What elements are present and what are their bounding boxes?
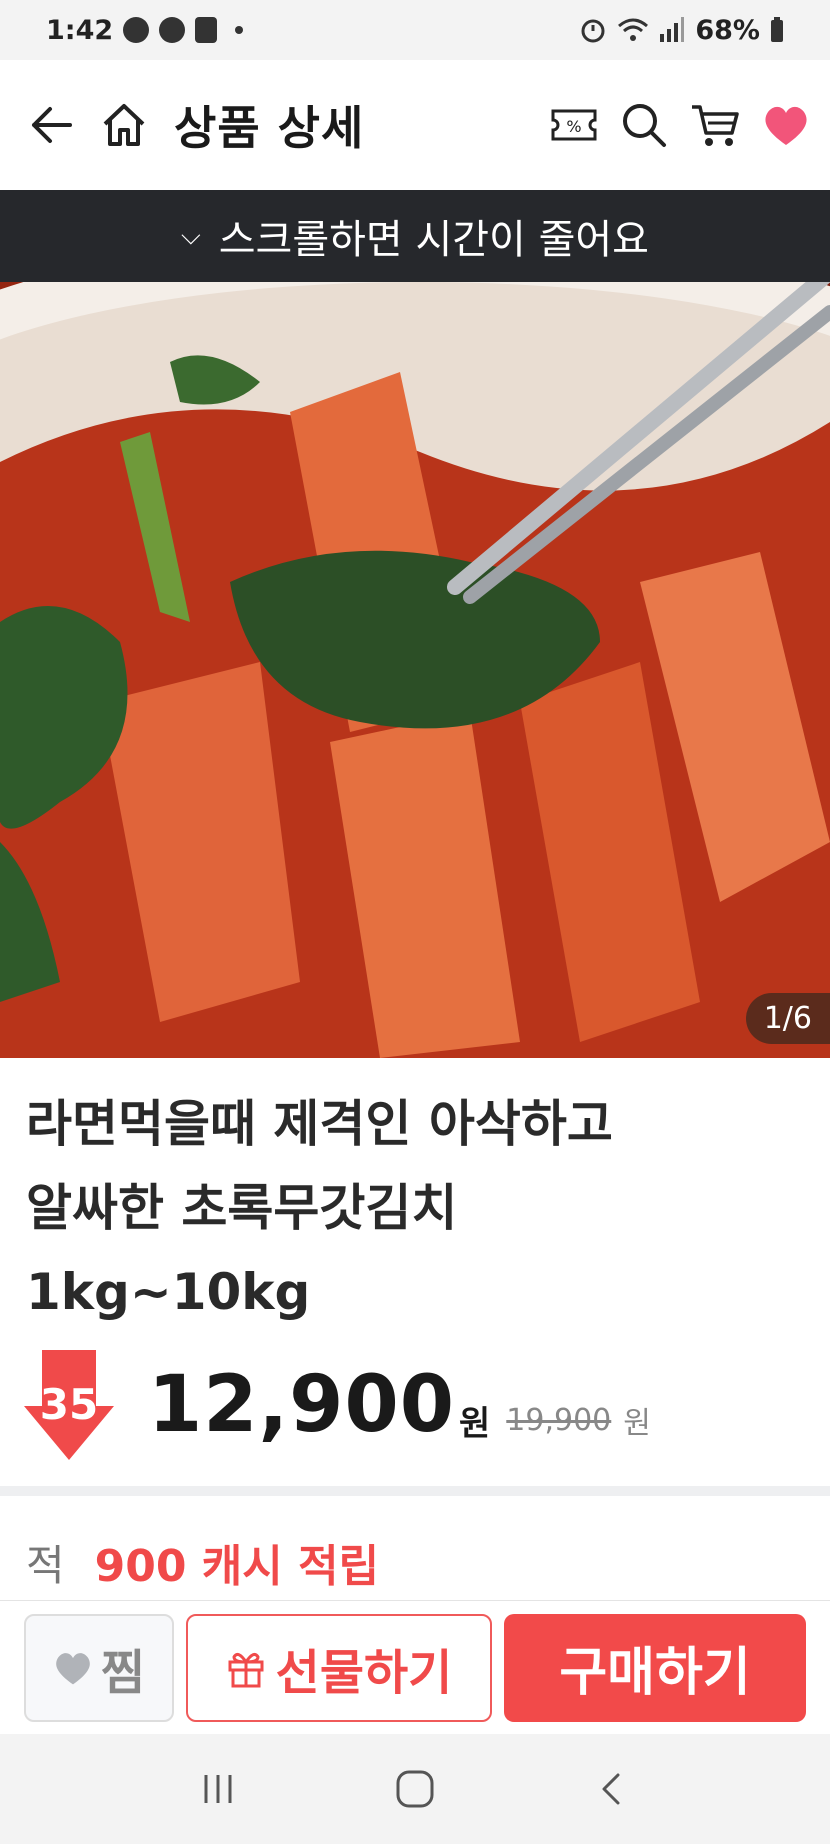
buy-button-label: 구매하기: [559, 1643, 751, 1703]
coupon-icon[interactable]: %: [550, 107, 598, 143]
svg-text:%: %: [566, 117, 581, 136]
sale-price-unit: 원: [459, 1403, 491, 1444]
gift-icon: [228, 1652, 264, 1687]
wish-button-label: 찜: [100, 1644, 146, 1701]
home-icon: [103, 104, 145, 146]
gift-button-label: 선물하기: [275, 1644, 453, 1701]
back-nav-icon[interactable]: [592, 1769, 632, 1809]
heart-icon: [56, 1652, 90, 1684]
discount-badge: 35: [24, 1350, 114, 1460]
scroll-timer-banner[interactable]: ⌵ 스크롤하면 시간이 줄어요: [0, 190, 830, 282]
sale-price: 12,900: [148, 1360, 455, 1450]
image-counter: 1/6: [745, 993, 830, 1044]
product-title-line-3: 1kg~10kg: [26, 1263, 311, 1321]
back-button[interactable]: [20, 95, 80, 155]
status-time: 1:42: [46, 14, 114, 46]
messenger-icon: [123, 17, 150, 43]
product-title-line-2: 알싸한 초록무갓김치: [26, 1179, 458, 1237]
notification-dot-icon: [235, 26, 244, 34]
price-row: 35 12,900 원 19,900 원: [24, 1350, 651, 1460]
signal-icon: [660, 17, 685, 42]
product-title: 라면먹을때 제격인 아삭하고 알싸한 초록무갓김치 1kg~10kg: [26, 1082, 806, 1334]
back-arrow-icon: [32, 107, 72, 143]
cart-icon[interactable]: [690, 101, 740, 149]
chevron-down-icon: ⌵: [181, 220, 201, 251]
product-photo: [0, 282, 830, 1058]
battery-level: 68%: [695, 14, 760, 46]
wishlist-heart-icon[interactable]: [762, 103, 810, 147]
product-title-line-1: 라면먹을때 제격인 아삭하고: [26, 1095, 613, 1153]
pdf-icon: [195, 17, 218, 43]
discount-percent: 35: [39, 1380, 99, 1429]
banner-text: 스크롤하면 시간이 줄어요: [218, 217, 649, 263]
link-icon: [159, 17, 186, 43]
product-image-gallery[interactable]: 1/6: [0, 282, 830, 1058]
wish-button[interactable]: 찜: [24, 1613, 174, 1722]
original-price-unit: 원: [623, 1406, 651, 1441]
original-price: 19,900: [506, 1402, 612, 1438]
system-nav-bar: [0, 1734, 830, 1844]
alarm-icon: [581, 19, 605, 43]
status-bar: 1:42 68%: [0, 0, 830, 60]
home-nav-icon[interactable]: [393, 1767, 437, 1811]
page-title: 상품 상세: [174, 101, 365, 155]
buy-button[interactable]: 구매하기: [504, 1613, 806, 1722]
app-header: 상품 상세 %: [0, 60, 830, 190]
search-icon[interactable]: [620, 101, 668, 149]
home-button[interactable]: [94, 95, 154, 155]
battery-icon: [771, 17, 783, 42]
section-divider: [0, 1486, 830, 1496]
cash-reward-row: 적 900 캐시 적립: [26, 1530, 379, 1594]
wifi-icon: [618, 18, 649, 41]
purchase-action-bar: 찜 선물하기 구매하기: [0, 1600, 830, 1734]
cash-reward-value: 900 캐시 적립: [94, 1541, 380, 1592]
recent-apps-icon[interactable]: [198, 1769, 238, 1809]
cash-reward-label: 적: [26, 1540, 65, 1590]
gift-button[interactable]: 선물하기: [186, 1613, 492, 1722]
